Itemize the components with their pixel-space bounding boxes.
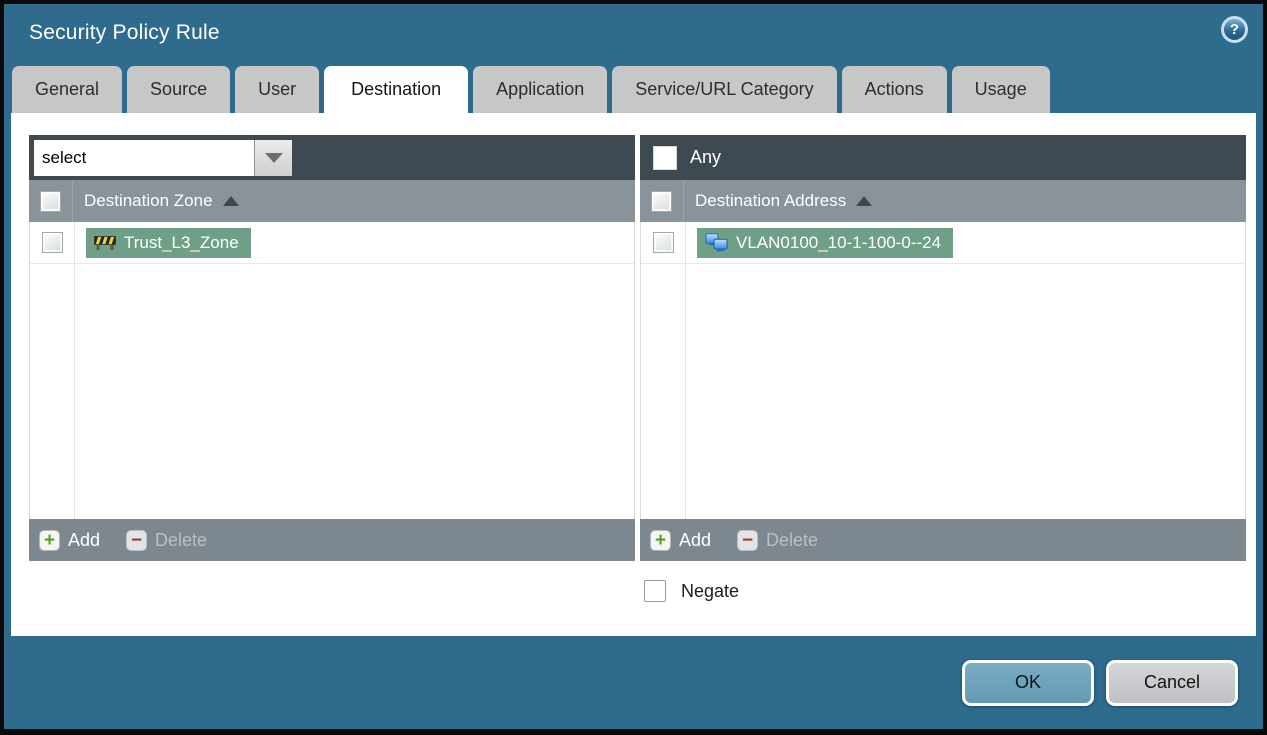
- sort-ascending-icon: [856, 196, 873, 206]
- zone-select-combo: [34, 139, 292, 176]
- negate-row: Negate: [644, 580, 1246, 602]
- sort-ascending-icon: [222, 196, 239, 206]
- table-row: Trust_L3_Zone: [30, 222, 634, 264]
- address-rows-area: VLAN0100_10-1-100-0--24: [640, 222, 1246, 519]
- tab-service-url-category[interactable]: Service/URL Category: [612, 66, 837, 113]
- negate-checkbox-label: Negate: [681, 580, 740, 601]
- zone-select-dropdown-button[interactable]: [254, 139, 292, 176]
- chevron-down-icon: [264, 152, 283, 163]
- address-delete-button[interactable]: − Delete: [737, 529, 819, 551]
- zone-icon: [94, 234, 116, 251]
- zone-item-label: Trust_L3_Zone: [124, 232, 239, 252]
- add-button-label: Add: [68, 529, 101, 550]
- dialog-title: Security Policy Rule: [29, 21, 220, 44]
- checkbox-column-divider: [74, 222, 75, 519]
- destination-zone-panel: Destination Zone: [29, 135, 635, 561]
- address-column-header[interactable]: Destination Address: [695, 191, 846, 211]
- any-checkbox-label: Any: [690, 147, 722, 167]
- zone-delete-button[interactable]: − Delete: [126, 529, 208, 551]
- tab-source[interactable]: Source: [127, 66, 231, 113]
- zone-panel-footer: + Add − Delete: [29, 519, 635, 561]
- zone-add-button[interactable]: + Add: [39, 529, 101, 551]
- tab-application[interactable]: Application: [473, 66, 608, 113]
- add-plus-icon: +: [650, 529, 671, 551]
- address-group-icon: [705, 233, 728, 252]
- address-panel-toolbar: Any: [640, 135, 1246, 180]
- tab-general[interactable]: General: [12, 66, 123, 113]
- add-button-label: Add: [679, 529, 712, 550]
- delete-button-label: Delete: [766, 529, 819, 550]
- checkbox-column-divider: [685, 222, 686, 519]
- zone-column-header[interactable]: Destination Zone: [84, 191, 213, 211]
- destination-address-panel: Any Destination Address VLAN0100_10-1-10…: [640, 135, 1246, 561]
- zone-select-all-checkbox[interactable]: [40, 190, 61, 212]
- negate-checkbox[interactable]: [644, 580, 666, 602]
- zone-table-header: Destination Zone: [29, 180, 635, 222]
- address-add-button[interactable]: + Add: [650, 529, 712, 551]
- address-row-checkbox[interactable]: [652, 232, 674, 253]
- address-item-label: VLAN0100_10-1-100-0--24: [736, 232, 942, 252]
- tab-content-destination: Destination Zone: [11, 113, 1256, 636]
- title-bar: Security Policy Rule ?: [4, 4, 1263, 62]
- zone-select-input[interactable]: [34, 139, 254, 176]
- dialog-footer: OK Cancel: [4, 636, 1263, 729]
- any-checkbox[interactable]: [653, 145, 677, 170]
- help-icon[interactable]: ?: [1221, 16, 1248, 43]
- cancel-button[interactable]: Cancel: [1106, 659, 1238, 706]
- tab-actions[interactable]: Actions: [841, 66, 947, 113]
- address-panel-footer: + Add − Delete: [640, 519, 1246, 561]
- tab-bar: General Source User Destination Applicat…: [4, 62, 1263, 113]
- address-table-header: Destination Address: [640, 180, 1246, 222]
- ok-button[interactable]: OK: [962, 659, 1094, 706]
- table-row: VLAN0100_10-1-100-0--24: [641, 222, 1245, 264]
- tab-usage[interactable]: Usage: [951, 66, 1050, 113]
- zone-rows-area: Trust_L3_Zone: [29, 222, 635, 519]
- delete-button-label: Delete: [155, 529, 208, 550]
- security-policy-rule-dialog: Security Policy Rule ? General Source Us…: [4, 4, 1263, 729]
- address-item-vlan0100[interactable]: VLAN0100_10-1-100-0--24: [697, 227, 954, 258]
- zone-item-trust-l3-zone[interactable]: Trust_L3_Zone: [86, 227, 251, 258]
- tab-user[interactable]: User: [235, 66, 320, 113]
- address-select-all-checkbox[interactable]: [651, 190, 672, 212]
- tab-destination[interactable]: Destination: [324, 66, 469, 113]
- add-plus-icon: +: [39, 529, 60, 551]
- delete-minus-icon: −: [126, 529, 148, 551]
- zone-panel-toolbar: [29, 135, 635, 180]
- zone-row-checkbox[interactable]: [41, 232, 63, 253]
- delete-minus-icon: −: [737, 529, 759, 551]
